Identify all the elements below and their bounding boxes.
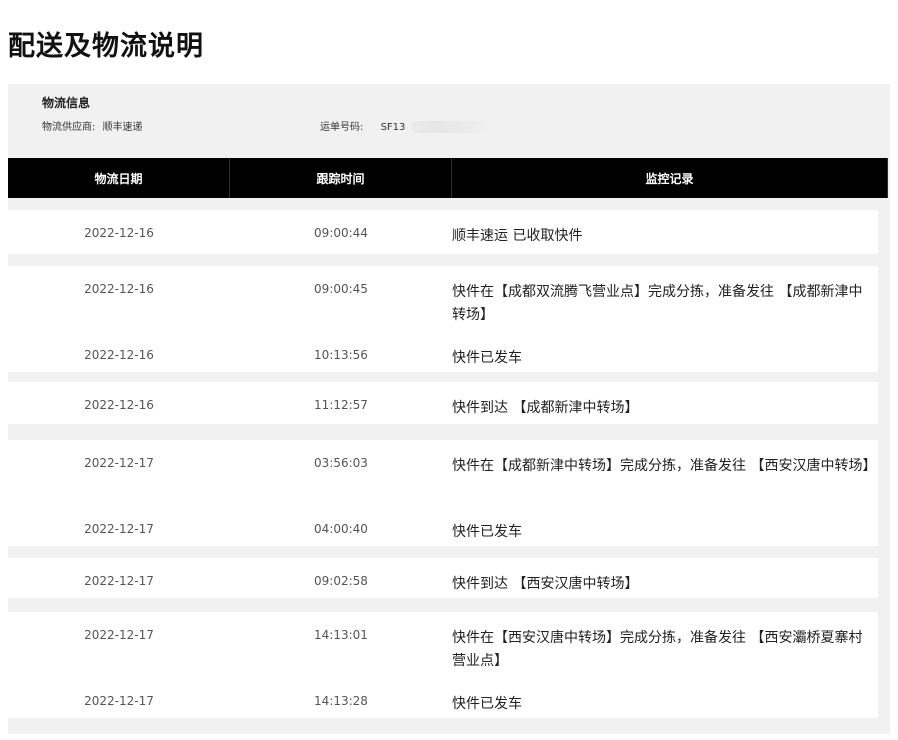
logistics-info-heading: 物流信息 bbox=[42, 96, 91, 110]
row-date: 2022-12-16 bbox=[84, 348, 154, 362]
row-date: 2022-12-17 bbox=[84, 694, 154, 708]
row-time: 11:12:57 bbox=[314, 398, 368, 412]
row-time: 14:13:28 bbox=[314, 694, 368, 708]
row-time: 09:00:45 bbox=[314, 282, 368, 296]
page-title: 配送及物流说明 bbox=[8, 31, 204, 62]
row-time: 03:56:03 bbox=[314, 456, 368, 470]
row-record: 快件已发车 bbox=[452, 696, 522, 712]
column-header-record: 监控记录 bbox=[452, 158, 888, 198]
provider-label: 物流供应商: bbox=[42, 122, 96, 133]
row-record: 快件在【西安汉唐中转场】完成分拣，准备发往 【西安灞桥夏寨村营业点】 bbox=[452, 630, 863, 669]
provider-info: 物流供应商: 顺丰速递 bbox=[42, 118, 143, 133]
table-row: 2022-12-17 09:02:58 快件到达 【西安汉唐中转场】 bbox=[8, 558, 878, 598]
table-header: 物流日期 跟踪时间 监控记录 bbox=[8, 158, 888, 198]
row-record: 快件到达 【成都新津中转场】 bbox=[452, 400, 639, 416]
provider-value: 顺丰速递 bbox=[102, 122, 143, 133]
row-record: 快件已发车 bbox=[452, 350, 522, 366]
row-date: 2022-12-17 bbox=[84, 456, 154, 470]
table-row: 2022-12-17 14:13:01 快件在【西安汉唐中转场】完成分拣，准备发… bbox=[8, 612, 878, 678]
row-record: 快件已发车 bbox=[452, 524, 522, 540]
table-row: 2022-12-16 11:12:57 快件到达 【成都新津中转场】 bbox=[8, 382, 878, 424]
table-row: 2022-12-16 10:13:56 快件已发车 bbox=[8, 332, 878, 372]
waybill-value: SF13 bbox=[380, 122, 406, 133]
row-date: 2022-12-17 bbox=[84, 522, 154, 536]
row-date: 2022-12-17 bbox=[84, 628, 154, 642]
waybill-label: 运单号码: bbox=[320, 122, 364, 133]
column-header-date: 物流日期 bbox=[8, 158, 230, 198]
row-record: 快件到达 【西安汉唐中转场】 bbox=[452, 576, 639, 592]
table-row: 2022-12-17 14:13:28 快件已发车 bbox=[8, 678, 878, 718]
row-date: 2022-12-16 bbox=[84, 282, 154, 296]
row-time: 09:02:58 bbox=[314, 574, 368, 588]
row-time: 04:00:40 bbox=[314, 522, 368, 536]
row-time: 10:13:56 bbox=[314, 348, 368, 362]
row-record: 快件在【成都双流腾飞营业点】完成分拣，准备发往 【成都新津中转场】 bbox=[452, 284, 863, 323]
row-date: 2022-12-17 bbox=[84, 574, 154, 588]
table-row: 2022-12-17 03:56:03 快件在【成都新津中转场】完成分拣，准备发… bbox=[8, 440, 878, 506]
row-time: 09:00:44 bbox=[314, 226, 368, 240]
column-header-time: 跟踪时间 bbox=[230, 158, 452, 198]
row-record: 快件在【成都新津中转场】完成分拣，准备发往 【西安汉唐中转场】 bbox=[452, 458, 877, 474]
row-date: 2022-12-16 bbox=[84, 226, 154, 240]
table-row: 2022-12-16 09:00:45 快件在【成都双流腾飞营业点】完成分拣，准… bbox=[8, 266, 878, 332]
row-record: 顺丰速运 已收取快件 bbox=[452, 228, 583, 244]
row-time: 14:13:01 bbox=[314, 628, 368, 642]
waybill-info: 运单号码: SF13 bbox=[320, 118, 491, 133]
row-date: 2022-12-16 bbox=[84, 398, 154, 412]
logistics-panel: 物流信息 物流供应商: 顺丰速递 运单号码: SF13 物流日期 跟踪时间 监控… bbox=[8, 84, 890, 734]
table-row: 2022-12-16 09:00:44 顺丰速运 已收取快件 bbox=[8, 210, 878, 254]
waybill-redaction bbox=[410, 121, 491, 133]
table-row: 2022-12-17 04:00:40 快件已发车 bbox=[8, 506, 878, 546]
